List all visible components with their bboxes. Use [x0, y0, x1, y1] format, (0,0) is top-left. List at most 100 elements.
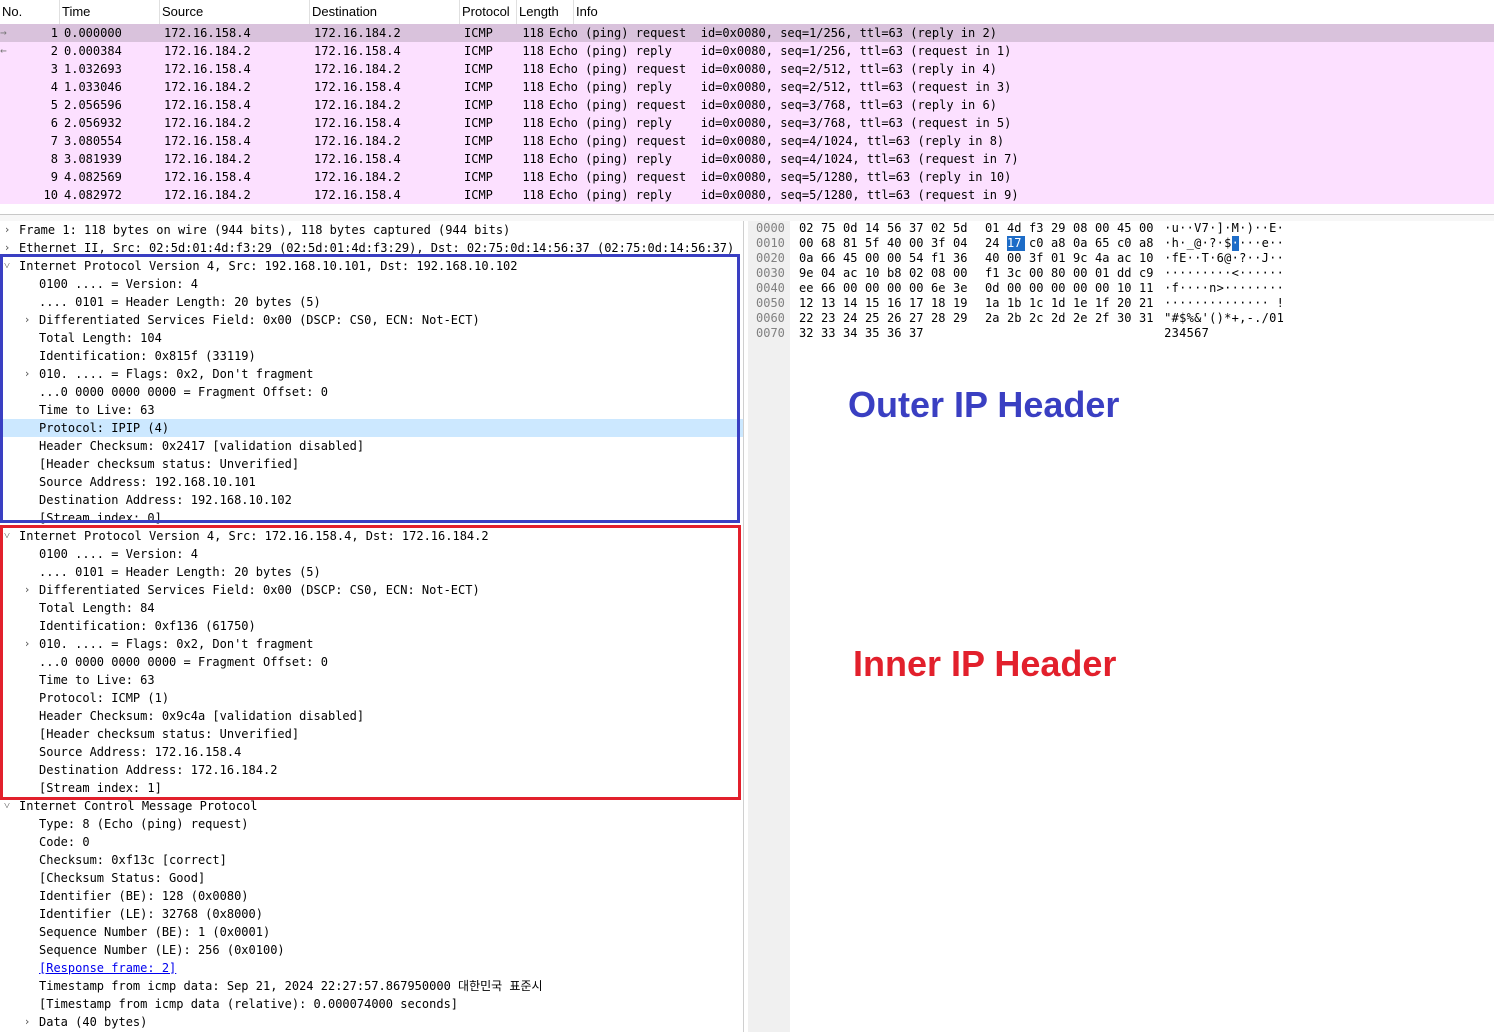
- ascii-char[interactable]: ,: [1239, 311, 1247, 326]
- ascii-char[interactable]: ': [1202, 311, 1210, 326]
- hex-byte[interactable]: 00: [1073, 266, 1091, 281]
- ascii-char[interactable]: ·: [1179, 266, 1187, 281]
- ascii-char[interactable]: ·: [1187, 281, 1195, 296]
- hex-byte[interactable]: 02: [799, 221, 817, 236]
- ascii-char[interactable]: -: [1247, 311, 1255, 326]
- ascii-char[interactable]: 7: [1202, 326, 1210, 341]
- ascii-char[interactable]: ·: [1194, 281, 1202, 296]
- ascii-char[interactable]: ·: [1224, 221, 1232, 236]
- hex-byte[interactable]: 81: [843, 236, 861, 251]
- hex-byte[interactable]: 22: [799, 311, 817, 326]
- ascii-char[interactable]: >: [1217, 281, 1225, 296]
- ascii-char[interactable]: *: [1224, 311, 1232, 326]
- ascii-char[interactable]: ·: [1277, 236, 1285, 251]
- ascii-char[interactable]: ·: [1277, 251, 1285, 266]
- hex-byte[interactable]: 3f: [931, 236, 949, 251]
- hex-byte[interactable]: 00: [1051, 281, 1069, 296]
- hex-byte[interactable]: 0d: [843, 221, 861, 236]
- ascii-char[interactable]: ·: [1164, 281, 1172, 296]
- hex-byte[interactable]: 0a: [1073, 236, 1091, 251]
- hex-byte[interactable]: 33: [821, 326, 839, 341]
- ascii-char[interactable]: ·: [1194, 266, 1202, 281]
- hex-byte[interactable]: 36: [887, 326, 905, 341]
- ascii-char[interactable]: ·: [1194, 296, 1202, 311]
- hex-byte[interactable]: 25: [865, 311, 883, 326]
- hex-byte[interactable]: 0d: [985, 281, 1003, 296]
- hex-byte[interactable]: 9c: [1073, 251, 1091, 266]
- column-header-destination[interactable]: Destination: [310, 0, 460, 24]
- ascii-char[interactable]: ·: [1217, 236, 1225, 251]
- ascii-char[interactable]: ·: [1277, 266, 1285, 281]
- packet-row[interactable]: 10 4.082972 172.16.184.2 172.16.158.4 ICMP 11…: [0, 186, 1494, 204]
- ascii-char[interactable]: @: [1194, 236, 1202, 251]
- ascii-char[interactable]: ·: [1247, 296, 1255, 311]
- ascii-char[interactable]: 3: [1172, 326, 1180, 341]
- ascii-char[interactable]: ·: [1232, 281, 1240, 296]
- ascii-char[interactable]: J: [1262, 251, 1270, 266]
- ascii-char[interactable]: ·: [1269, 251, 1277, 266]
- hex-byte[interactable]: c0: [1117, 236, 1135, 251]
- hex-byte[interactable]: 00: [887, 281, 905, 296]
- hex-byte[interactable]: 29: [1051, 221, 1069, 236]
- hex-byte[interactable]: 00: [1139, 221, 1157, 236]
- ascii-char[interactable]: f: [1172, 281, 1180, 296]
- hex-byte[interactable]: 2a: [985, 311, 1003, 326]
- detail-tree-row[interactable]: Code: 0: [0, 833, 743, 851]
- column-header-protocol[interactable]: Protocol: [460, 0, 517, 24]
- hex-byte[interactable]: ee: [799, 281, 817, 296]
- hex-byte[interactable]: 66: [821, 251, 839, 266]
- hex-byte[interactable]: 27: [909, 311, 927, 326]
- hex-byte[interactable]: 3f: [1029, 251, 1047, 266]
- ascii-char[interactable]: ·: [1277, 281, 1285, 296]
- ascii-char[interactable]: ·: [1202, 266, 1210, 281]
- ascii-char[interactable]: M: [1232, 221, 1240, 236]
- ascii-char[interactable]: ·: [1209, 266, 1217, 281]
- detail-tree-row[interactable]: Checksum: 0xf13c [correct]: [0, 851, 743, 869]
- hex-byte[interactable]: 1a: [985, 296, 1003, 311]
- hex-byte[interactable]: 29: [953, 311, 971, 326]
- ascii-char[interactable]: 5: [1187, 326, 1195, 341]
- hex-byte[interactable]: f3: [1029, 221, 1047, 236]
- ascii-char[interactable]: ·: [1239, 221, 1247, 236]
- ascii-char[interactable]: %: [1187, 311, 1195, 326]
- packet-row[interactable]: 7 3.080554 172.16.158.4 172.16.184.2 ICMP 118…: [0, 132, 1494, 150]
- hex-byte[interactable]: 28: [931, 311, 949, 326]
- ascii-char[interactable]: ?: [1239, 251, 1247, 266]
- hex-byte[interactable]: b8: [887, 266, 905, 281]
- hex-byte[interactable]: 6e: [931, 281, 949, 296]
- ascii-char[interactable]: f: [1172, 251, 1180, 266]
- hex-byte[interactable]: f1: [985, 266, 1003, 281]
- hex-byte[interactable]: 01: [985, 221, 1003, 236]
- ascii-char[interactable]: ·: [1187, 221, 1195, 236]
- ascii-char[interactable]: +: [1232, 311, 1240, 326]
- ascii-char[interactable]: ·: [1164, 296, 1172, 311]
- ascii-char[interactable]: ?: [1209, 236, 1217, 251]
- hex-byte[interactable]: 54: [909, 251, 927, 266]
- ascii-char[interactable]: ·: [1224, 266, 1232, 281]
- hex-byte[interactable]: 31: [1139, 311, 1157, 326]
- ascii-char[interactable]: ·: [1269, 281, 1277, 296]
- ascii-char[interactable]: ·: [1269, 236, 1277, 251]
- column-header-time[interactable]: Time: [60, 0, 160, 24]
- ascii-char[interactable]: ·: [1247, 281, 1255, 296]
- hex-byte[interactable]: 10: [1117, 281, 1135, 296]
- expand-chevron-icon[interactable]: ›: [21, 1013, 33, 1031]
- ascii-char[interactable]: ·: [1187, 251, 1195, 266]
- ascii-char[interactable]: $: [1179, 311, 1187, 326]
- hex-byte[interactable]: 40: [985, 251, 1003, 266]
- detail-tree-row[interactable]: Type: 8 (Echo (ping) request): [0, 815, 743, 833]
- hex-byte[interactable]: 2c: [1029, 311, 1047, 326]
- detail-tree-row[interactable]: [Timestamp from icmp data (relative): 0.…: [0, 995, 743, 1013]
- packet-row[interactable]: 5 2.056596 172.16.158.4 172.16.184.2 ICMP 118…: [0, 96, 1494, 114]
- hex-byte[interactable]: 00: [1073, 281, 1091, 296]
- hex-byte[interactable]: 1e: [1073, 296, 1091, 311]
- ascii-char[interactable]: ·: [1172, 296, 1180, 311]
- hex-byte[interactable]: 9e: [799, 266, 817, 281]
- hex-byte[interactable]: 10: [865, 266, 883, 281]
- column-header-length[interactable]: Length: [517, 0, 574, 24]
- hex-byte[interactable]: dd: [1117, 266, 1135, 281]
- ascii-char[interactable]: (: [1209, 311, 1217, 326]
- hex-byte[interactable]: 00: [1007, 251, 1025, 266]
- ascii-char[interactable]: 0: [1269, 311, 1277, 326]
- ascii-char[interactable]: _: [1187, 236, 1195, 251]
